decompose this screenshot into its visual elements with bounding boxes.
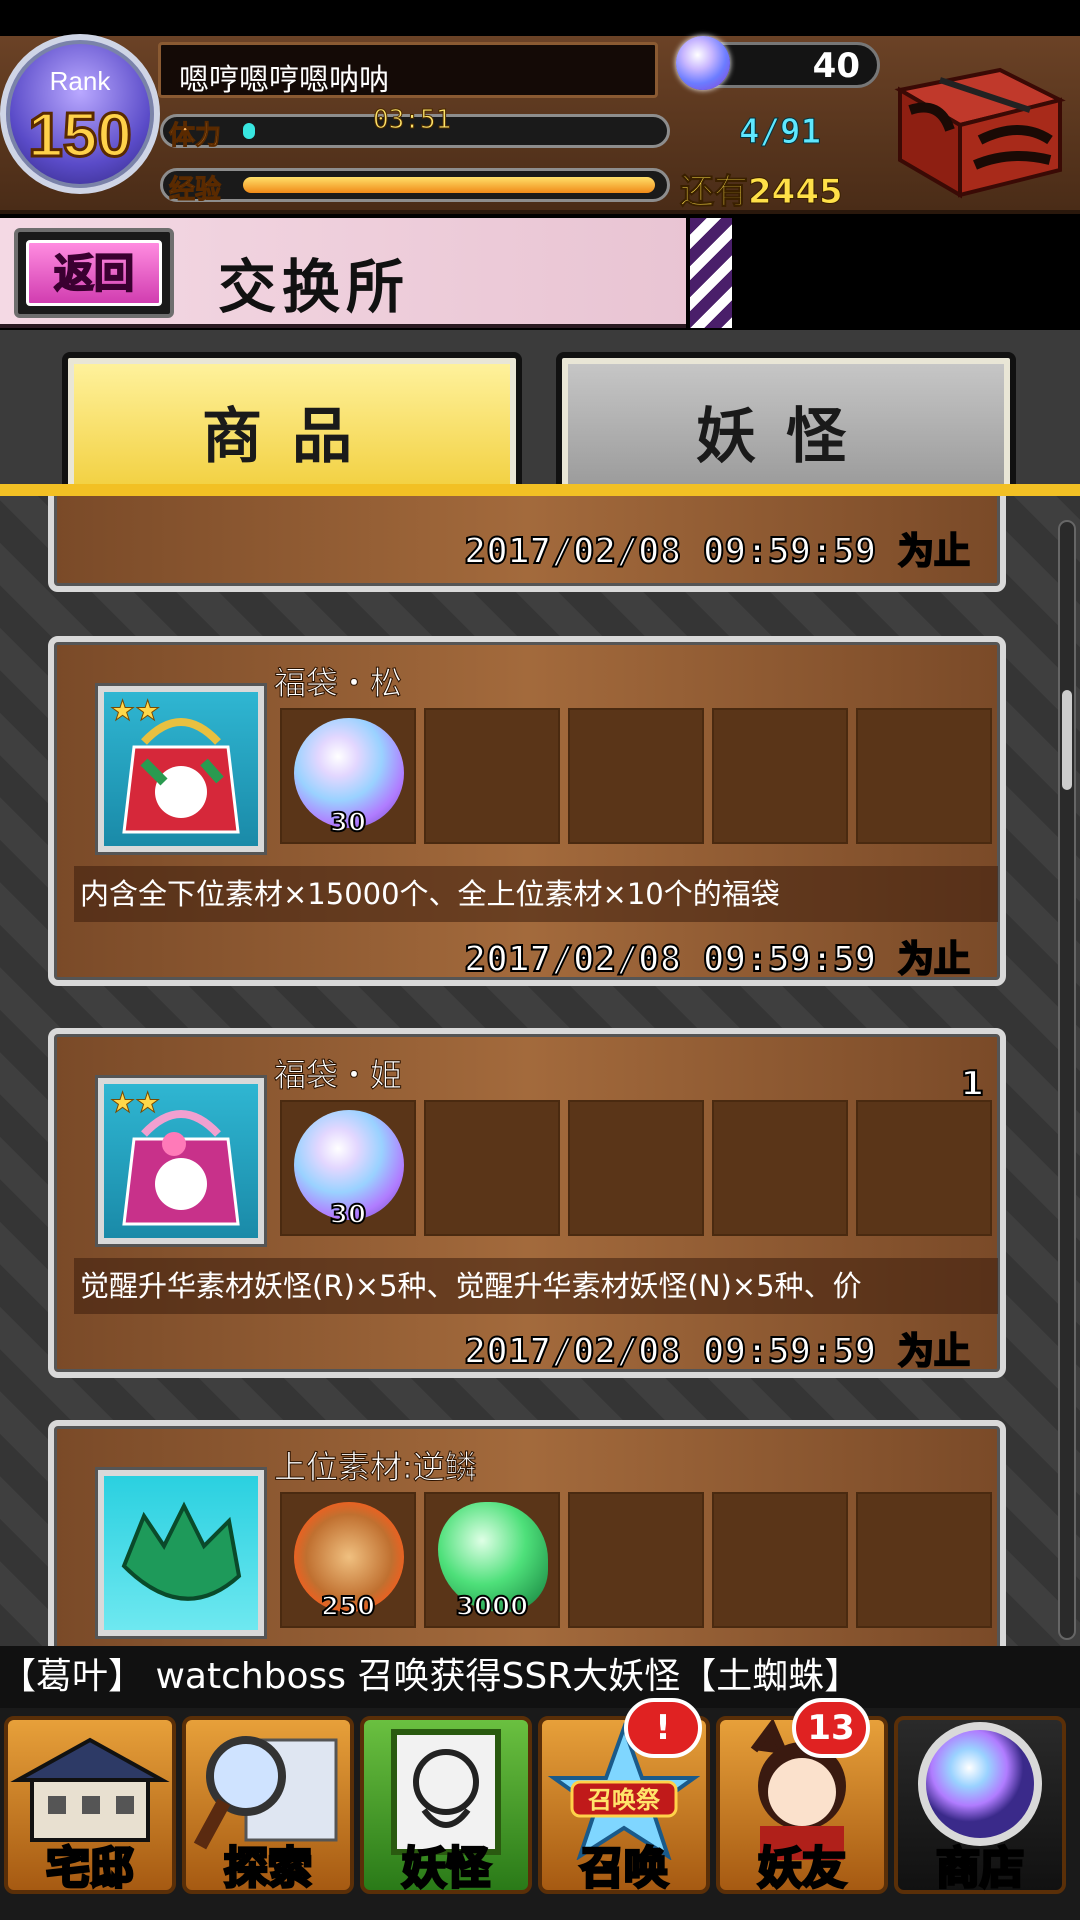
rank-badge[interactable]: Rank 150 (0, 34, 160, 194)
cost-slot-empty (712, 1492, 848, 1628)
lucky-bag-pine-icon: ★★ (95, 683, 267, 855)
cost-quantity: 30 (329, 807, 367, 839)
item-deadline: 2017/02/08 09:59:59 为止 (464, 530, 971, 573)
list-item[interactable]: 福袋・姫 1 ★★ 30 觉醒升华素材妖怪(R)×5种、觉醒升华素材妖怪(N)×… (48, 1028, 1006, 1378)
nav-label: 召唤 (579, 1842, 670, 1896)
rank-value: 150 (27, 100, 133, 172)
stamina-value: 4/91 (739, 112, 822, 153)
cost-quantity: 30 (329, 1199, 367, 1231)
item-description: 觉醒升华素材妖怪(R)×5种、觉醒升华素材妖怪(N)×5种、价 (74, 1258, 998, 1314)
nav-yokai-button[interactable]: 妖怪 (360, 1716, 532, 1896)
item-deadline: 2017/02/08 09:59:59 为止 (464, 938, 971, 981)
dragon-scale-icon (95, 1467, 267, 1639)
item-description: 内含全下位素材×15000个、全上位素材×10个的福袋 (74, 866, 998, 922)
scrollbar-thumb[interactable] (1062, 690, 1072, 790)
orb-count: 40 (812, 46, 860, 86)
summon-banner-text: 召唤祭 (587, 1786, 661, 1814)
item-name: 福袋・松 (273, 664, 403, 703)
nav-shop-button[interactable]: 商店 (894, 1716, 1066, 1896)
nav-label: 宅邸 (45, 1842, 136, 1896)
item-name: 上位素材:逆鳞 (274, 1448, 478, 1487)
nav-friends-button[interactable]: 13 妖友 (716, 1698, 888, 1896)
exp-label: 经验 (168, 175, 222, 206)
item-deadline: 2017/02/08 09:59:59 为止 (464, 1330, 971, 1373)
cost-slot: 30 (280, 1100, 416, 1236)
summon-alert-badge: ! (624, 1698, 702, 1758)
cost-slot-empty (424, 1100, 560, 1236)
cost-slot-empty (856, 1492, 992, 1628)
stamina-timer: 03:51 (372, 105, 452, 136)
stamina-label: 体力 (168, 121, 222, 152)
cost-slot-empty (568, 1492, 704, 1628)
lucky-bag-princess-icon: ★★ (95, 1075, 267, 1247)
cost-slot-empty (856, 708, 992, 844)
cost-slot: 250 (280, 1492, 416, 1628)
list-scrollbar[interactable] (1058, 520, 1076, 1640)
player-name: 嗯哼嗯哼嗯呐呐 (158, 42, 658, 98)
page-title: 交换所 (218, 253, 411, 321)
cost-slot-empty (856, 1100, 992, 1236)
cost-slot-empty (712, 708, 848, 844)
cost-quantity: 3000 (455, 1591, 529, 1623)
news-ticker: 【葛叶】 watchboss 召唤获得SSR大妖怪【土蜘蛛】 (0, 1646, 1080, 1708)
cost-slot-empty (568, 708, 704, 844)
nav-explore-button[interactable]: 探索 (182, 1716, 354, 1896)
exp-bar: 经验 (160, 168, 670, 206)
cost-slot-empty (712, 1100, 848, 1236)
cost-slot-empty (568, 1100, 704, 1236)
nav-label: 妖友 (757, 1842, 848, 1896)
nav-label: 商店 (935, 1842, 1026, 1896)
nav-label: 探索 (223, 1842, 314, 1896)
rank-label: Rank (49, 66, 111, 96)
tab-underline (0, 484, 1080, 496)
nav-label: 妖怪 (401, 1842, 492, 1896)
exp-bar-fill (243, 177, 655, 193)
tab-items[interactable]: 商品 (62, 352, 522, 490)
cost-slot: 3000 (424, 1492, 560, 1628)
cost-slot: 30 (280, 708, 416, 844)
exp-remaining: 还有2445 (680, 172, 844, 213)
back-button-label: 返回 (26, 240, 162, 306)
list-item[interactable]: 2017/02/08 09:59:59 为止 (48, 496, 1006, 592)
stamina-bar-fill (243, 123, 255, 139)
gift-box-icon[interactable] (880, 50, 1070, 200)
nav-mansion-button[interactable]: 宅邸 (4, 1716, 176, 1896)
cost-quantity: 250 (320, 1591, 376, 1623)
cost-slot-empty (424, 708, 560, 844)
list-item[interactable]: 上位素材:逆鳞 250 3000 (48, 1420, 1006, 1646)
tab-yokai[interactable]: 妖怪 (556, 352, 1016, 490)
scale-graphic (121, 1501, 242, 1601)
stamina-bar: 体力 03:51 (160, 105, 670, 152)
friends-count-badge: 13 (792, 1698, 870, 1758)
header-pattern (686, 218, 732, 328)
item-name: 福袋・姫 (273, 1056, 403, 1095)
exchange-list[interactable]: 2017/02/08 09:59:59 为止 福袋・松 ★★ 30 内含全下位素… (0, 496, 1080, 1646)
back-button[interactable]: 返回 (14, 228, 174, 318)
list-item[interactable]: 福袋・松 ★★ 30 内含全下位素材×15000个、全上位素材×10个的福袋 2… (48, 636, 1006, 986)
status-bar (0, 0, 1080, 36)
rarity-stars: ★★ (109, 694, 161, 728)
nav-summon-button[interactable]: 召唤祭 ! 召唤 (538, 1698, 710, 1896)
owned-count: 1 (959, 1063, 985, 1105)
orb-icon (676, 36, 730, 90)
rarity-stars: ★★ (109, 1086, 161, 1120)
